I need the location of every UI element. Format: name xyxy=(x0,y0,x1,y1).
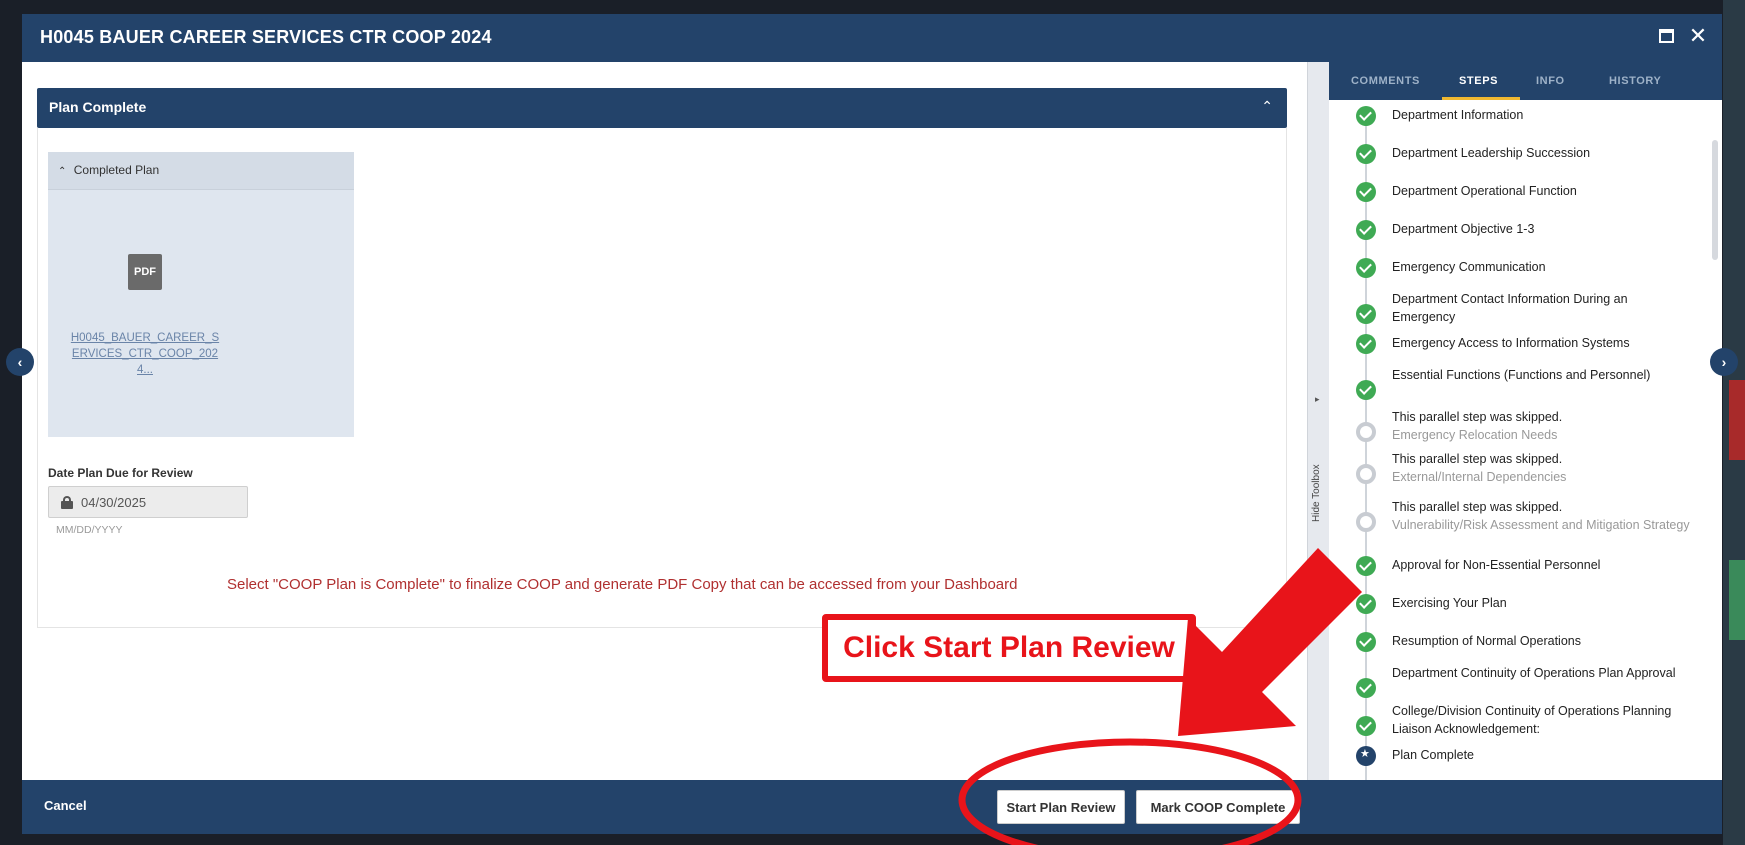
date-format-hint: MM/DD/YYYY xyxy=(56,524,123,536)
completed-plan-heading: Completed Plan xyxy=(73,163,160,177)
step-label: Essential Functions (Functions and Perso… xyxy=(1392,366,1692,384)
tab-steps[interactable]: STEPS xyxy=(1459,75,1498,87)
close-icon[interactable]: ✕ xyxy=(1686,23,1710,48)
annotation-callout-text: Click Start Plan Review xyxy=(843,631,1175,664)
step-title: This parallel step was skipped. xyxy=(1392,452,1563,466)
chevron-left-icon[interactable]: ‹ xyxy=(6,348,34,376)
step-label: Resumption of Normal Operations xyxy=(1392,632,1692,650)
step-title: This parallel step was skipped. xyxy=(1392,410,1563,424)
step-title: Resumption of Normal Operations xyxy=(1392,634,1581,648)
step-label: This parallel step was skipped. Emergency… xyxy=(1392,408,1692,444)
step-label: Department Continuity of Operations Plan… xyxy=(1392,664,1692,682)
step-label: This parallel step was skipped. Vulnerabi… xyxy=(1392,498,1692,534)
sidebar-scrollbar[interactable] xyxy=(1712,140,1718,260)
check-circle-icon xyxy=(1356,144,1376,164)
star-icon xyxy=(1356,746,1376,766)
hide-toolbox-toggle[interactable]: ▸ Hide Toolbox xyxy=(1307,62,1329,780)
section-header[interactable]: Plan Complete ⌃ xyxy=(37,88,1287,128)
steps-list: Department Information Department Leaders… xyxy=(1329,100,1722,780)
chevron-right-icon: ▸ xyxy=(1315,394,1320,404)
modal-footer: Cancel Start Plan Review Mark COOP Compl… xyxy=(22,780,1722,834)
check-circle-icon xyxy=(1356,678,1376,698)
step-label: Approval for Non-Essential Personnel xyxy=(1392,556,1692,574)
step-title: Plan Complete xyxy=(1392,748,1474,762)
mark-coop-complete-button[interactable]: Mark COOP Complete xyxy=(1136,790,1300,824)
backdrop-right-edge xyxy=(1723,0,1745,845)
backdrop-strip-red xyxy=(1729,380,1745,460)
tab-comments[interactable]: COMMENTS xyxy=(1351,75,1420,87)
step-label: Department Contact Information During an… xyxy=(1392,290,1692,326)
annotation-callout: Click Start Plan Review xyxy=(822,614,1196,682)
lock-icon xyxy=(61,496,73,509)
coop-modal: H0045 BAUER CAREER SERVICES CTR COOP 202… xyxy=(22,14,1722,834)
toolbox-sidebar: COMMENTS STEPS INFO HISTORY Department I… xyxy=(1329,62,1722,780)
step-label: Department Leadership Succession xyxy=(1392,144,1692,162)
date-due-field: 04/30/2025 xyxy=(48,486,248,518)
tab-history[interactable]: HISTORY xyxy=(1609,75,1662,87)
step-label: Exercising Your Plan xyxy=(1392,594,1692,612)
check-circle-icon xyxy=(1356,594,1376,614)
chevron-up-icon: ⌃ xyxy=(58,166,67,177)
completed-plan-header[interactable]: ⌃ Completed Plan xyxy=(48,152,354,190)
date-due-value: 04/30/2025 xyxy=(81,495,147,510)
completed-plan-file-link[interactable]: H0045_BAUER_CAREER_SERVICES_CTR_COOP_202… xyxy=(70,330,220,378)
sidebar-tabs: COMMENTS STEPS INFO HISTORY xyxy=(1329,62,1722,100)
start-plan-review-button[interactable]: Start Plan Review xyxy=(997,790,1125,824)
step-label: Department Information xyxy=(1392,106,1692,124)
step-title: Essential Functions (Functions and Perso… xyxy=(1392,368,1651,382)
step-title: This parallel step was skipped. xyxy=(1392,500,1563,514)
date-due-label: Date Plan Due for Review xyxy=(48,466,193,480)
skipped-step-icon xyxy=(1356,512,1376,532)
step-label: Department Objective 1-3 xyxy=(1392,220,1692,238)
check-circle-icon xyxy=(1356,556,1376,576)
check-circle-icon xyxy=(1356,304,1376,324)
completed-plan-panel: ⌃ Completed Plan PDF H0045_BAUER_CAREER_… xyxy=(48,152,354,437)
check-circle-icon xyxy=(1356,716,1376,736)
check-circle-icon xyxy=(1356,182,1376,202)
check-circle-icon xyxy=(1356,106,1376,126)
step-subtitle: Vulnerability/Risk Assessment and Mitiga… xyxy=(1392,518,1690,532)
step-label: Emergency Communication xyxy=(1392,258,1692,276)
tab-info[interactable]: INFO xyxy=(1536,75,1565,87)
step-title: Department Information xyxy=(1392,108,1524,122)
skipped-step-icon xyxy=(1356,422,1376,442)
step-title: Department Continuity of Operations Plan… xyxy=(1392,666,1676,680)
check-circle-icon xyxy=(1356,334,1376,354)
step-label: This parallel step was skipped. External/… xyxy=(1392,450,1692,486)
skipped-step-icon xyxy=(1356,464,1376,484)
chevron-up-icon[interactable]: ⌃ xyxy=(1261,98,1273,115)
step-label: Department Operational Function xyxy=(1392,182,1692,200)
check-circle-icon xyxy=(1356,380,1376,400)
check-circle-icon xyxy=(1356,632,1376,652)
maximize-icon[interactable] xyxy=(1654,24,1678,48)
step-label: Emergency Access to Information Systems xyxy=(1392,334,1692,352)
step-title: Department Operational Function xyxy=(1392,184,1577,198)
modal-header: H0045 BAUER CAREER SERVICES CTR COOP 202… xyxy=(22,14,1722,62)
instruction-text: Select "COOP Plan is Complete" to finali… xyxy=(227,576,1018,593)
check-circle-icon xyxy=(1356,258,1376,278)
backdrop-strip-green xyxy=(1729,560,1745,640)
step-label: College/Division Continuity of Operation… xyxy=(1392,702,1692,738)
step-title: Approval for Non-Essential Personnel xyxy=(1392,558,1601,572)
step-title: Exercising Your Plan xyxy=(1392,596,1507,610)
step-label: Plan Complete xyxy=(1392,746,1692,764)
cancel-button[interactable]: Cancel xyxy=(44,798,87,813)
step-subtitle: Emergency Relocation Needs xyxy=(1392,428,1558,442)
modal-title: H0045 BAUER CAREER SERVICES CTR COOP 202… xyxy=(40,27,492,47)
chevron-right-icon[interactable]: › xyxy=(1710,348,1738,376)
section-title: Plan Complete xyxy=(49,99,147,115)
step-title: College/Division Continuity of Operation… xyxy=(1392,704,1672,736)
check-circle-icon xyxy=(1356,220,1376,240)
step-title: Department Contact Information During an… xyxy=(1392,292,1628,324)
step-title: Emergency Access to Information Systems xyxy=(1392,336,1630,350)
step-title: Department Objective 1-3 xyxy=(1392,222,1535,236)
hide-toolbox-label: Hide Toolbox xyxy=(1311,464,1322,522)
step-subtitle: External/Internal Dependencies xyxy=(1392,470,1567,484)
step-title: Department Leadership Succession xyxy=(1392,146,1591,160)
pdf-icon[interactable]: PDF xyxy=(128,254,162,290)
step-title: Emergency Communication xyxy=(1392,260,1546,274)
